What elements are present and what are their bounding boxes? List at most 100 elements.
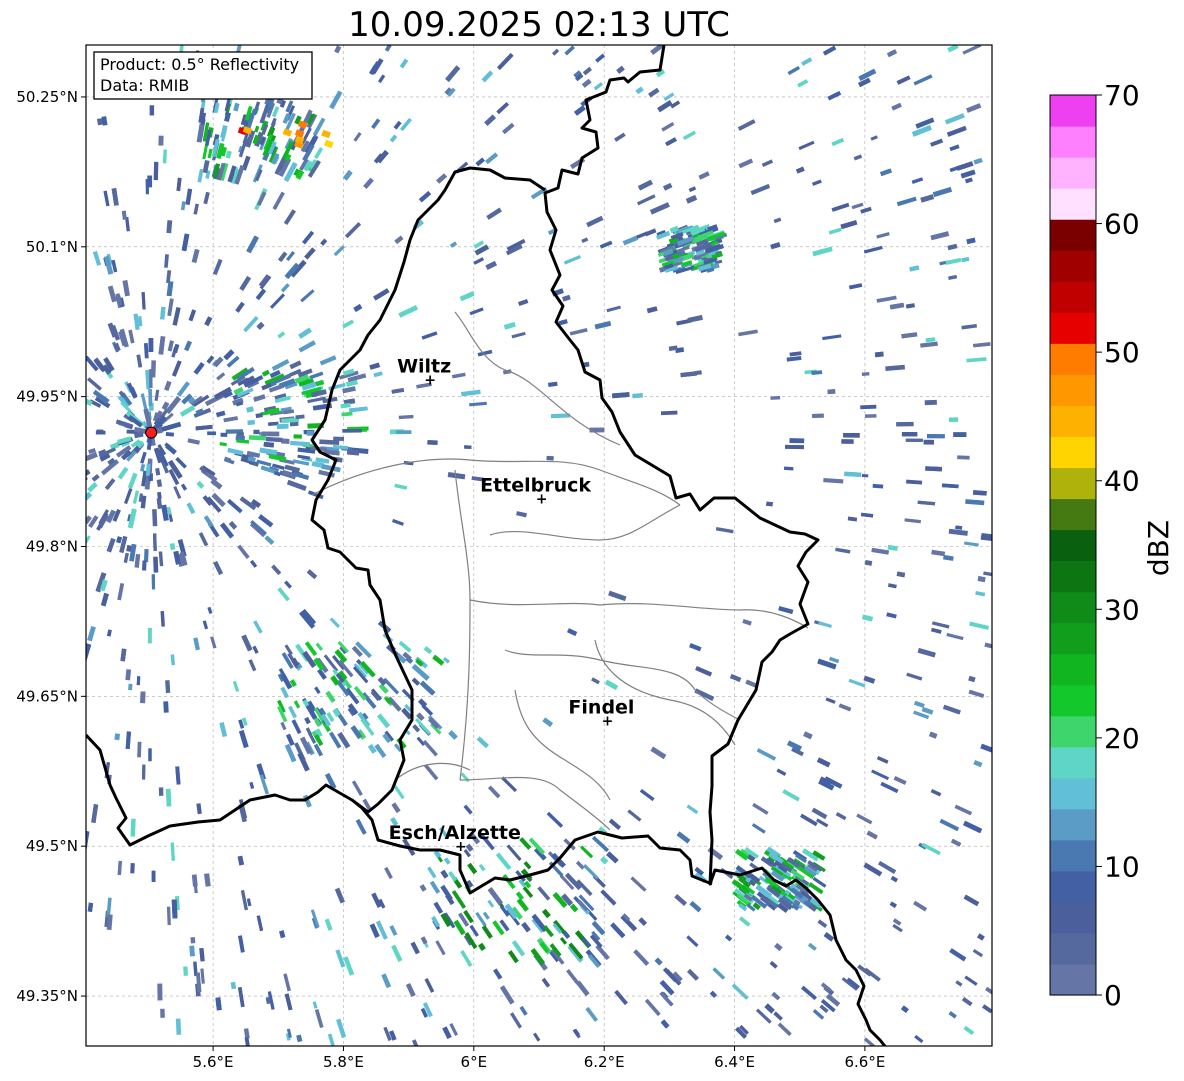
echo-cell: [55, 366, 62, 372]
echo-cell: [13, 487, 26, 495]
echo-cell: [0, 459, 14, 466]
echo-cell: [53, 341, 69, 356]
radar-site-marker: [145, 426, 158, 439]
echo-cell: [171, 899, 178, 919]
echo-cell: [69, 312, 79, 325]
echo-cell: [896, 421, 914, 427]
echo-cell: [190, 937, 196, 944]
echo-cell: [165, 788, 172, 807]
echo-cell: [153, 161, 159, 181]
echo-cell: [130, 818, 136, 837]
x-tick-label: 6°E: [461, 1053, 488, 1071]
colorbar-label: dBZ: [1142, 520, 1175, 576]
echo-cell: [660, 410, 678, 416]
echo-cell: [165, 680, 171, 694]
colorbar-segment: [1050, 839, 1096, 872]
echo-cell: [189, 945, 195, 957]
echo-cell: [276, 423, 289, 429]
colorbar-segment: [1050, 591, 1096, 624]
echo-cell: [53, 341, 69, 356]
echo-cell: [148, 338, 154, 352]
x-tick-label: 6.2°E: [584, 1053, 625, 1071]
echo-cell: [175, 1018, 182, 1035]
x-tick-label: 6.4°E: [714, 1053, 755, 1071]
echo-cell: [0, 456, 3, 462]
colorbar-segment: [1050, 498, 1096, 531]
colorbar-segment: [1050, 467, 1096, 500]
echo-cell: [874, 351, 884, 358]
y-tick-label: 49.35°N: [16, 987, 78, 1005]
echo-cell: [149, 105, 155, 116]
echo-cell: [843, 432, 860, 438]
echo-cell: [36, 368, 48, 377]
echo-cell: [9, 429, 16, 434]
echo-cell: [841, 439, 854, 444]
colorbar-segment: [1050, 126, 1096, 158]
echo-cell: [55, 366, 62, 372]
echo-cell: [145, 178, 150, 195]
echo-cell: [860, 404, 877, 410]
echo-cell: [54, 309, 62, 318]
colorbar-segment: [1050, 684, 1096, 717]
echo-cell: [293, 434, 302, 439]
echo-cell: [957, 455, 970, 460]
echo-cell: [39, 515, 51, 526]
y-tick-label: 49.95°N: [16, 388, 78, 406]
info-product-line: Product: 0.5° Reflectivity: [100, 55, 299, 74]
echo-cell: [3, 486, 13, 493]
city-label: Ettelbruck: [480, 475, 591, 497]
echo-cell: [464, 445, 472, 449]
echo-cell: [158, 135, 164, 146]
y-tick-label: 49.65°N: [16, 687, 78, 705]
echo-cell: [157, 983, 163, 1001]
y-tick-label: 50.1°N: [26, 238, 78, 256]
colorbar-segment: [1050, 963, 1096, 996]
echo-cell: [151, 574, 156, 590]
echo-cell: [68, 307, 80, 322]
echo-cell: [770, 395, 781, 400]
echo-cell: [151, 870, 156, 883]
echo-cell: [19, 373, 34, 383]
echo-cell: [281, 438, 290, 444]
echo-cell: [207, 431, 217, 436]
echo-cell: [220, 432, 228, 437]
echo-cell: [158, 787, 164, 796]
colorbar-segment: [1050, 870, 1096, 903]
colorbar: 0 10 20 30 40 50 60 70: [1049, 79, 1140, 1012]
colorbar-segment: [1050, 932, 1096, 965]
echo-cell: [114, 733, 121, 741]
colorbar-tick-label: 70: [1104, 79, 1140, 112]
echo-cell: [96, 429, 104, 434]
echo-cell: [166, 906, 171, 926]
colorbar-tick-label: 20: [1104, 722, 1140, 755]
echo-cell: [128, 683, 133, 691]
echo-cell: [901, 432, 918, 437]
colorbar-tick-label: 10: [1104, 850, 1140, 883]
echo-cell: [137, 741, 142, 758]
echo-cell: [253, 429, 260, 435]
echo-cell: [9, 429, 16, 434]
radar-map: +Wiltz+Ettelbruck+Findel+Esch/Alzette 5.…: [0, 44, 1175, 1071]
echo-cell: [130, 863, 135, 874]
info-box: Product: 0.5° Reflectivity Data: RMIB: [93, 51, 313, 100]
colorbar-segment: [1050, 157, 1096, 189]
echo-cell: [812, 413, 824, 418]
echo-cell: [22, 504, 32, 512]
colorbar-tick-label: 30: [1104, 593, 1140, 626]
x-tick-label: 5.6°E: [193, 1053, 234, 1071]
colorbar-segment: [1050, 374, 1096, 406]
colorbar-segment: [1050, 777, 1096, 810]
echo-cell: [923, 439, 935, 445]
echo-cell: [183, 966, 189, 976]
colorbar-segment: [1050, 250, 1096, 282]
colorbar-segment: [1050, 188, 1096, 220]
colorbar-segment: [1050, 808, 1096, 841]
colorbar-segment: [1050, 746, 1096, 779]
echo-cell: [926, 434, 945, 439]
radar-site-dot: [145, 426, 158, 439]
echo-cell: [149, 369, 153, 388]
echo-cell: [152, 509, 158, 527]
echo-cell: [141, 764, 146, 780]
city-label: Findel: [568, 696, 634, 718]
y-tick-label: 49.8°N: [26, 537, 78, 555]
